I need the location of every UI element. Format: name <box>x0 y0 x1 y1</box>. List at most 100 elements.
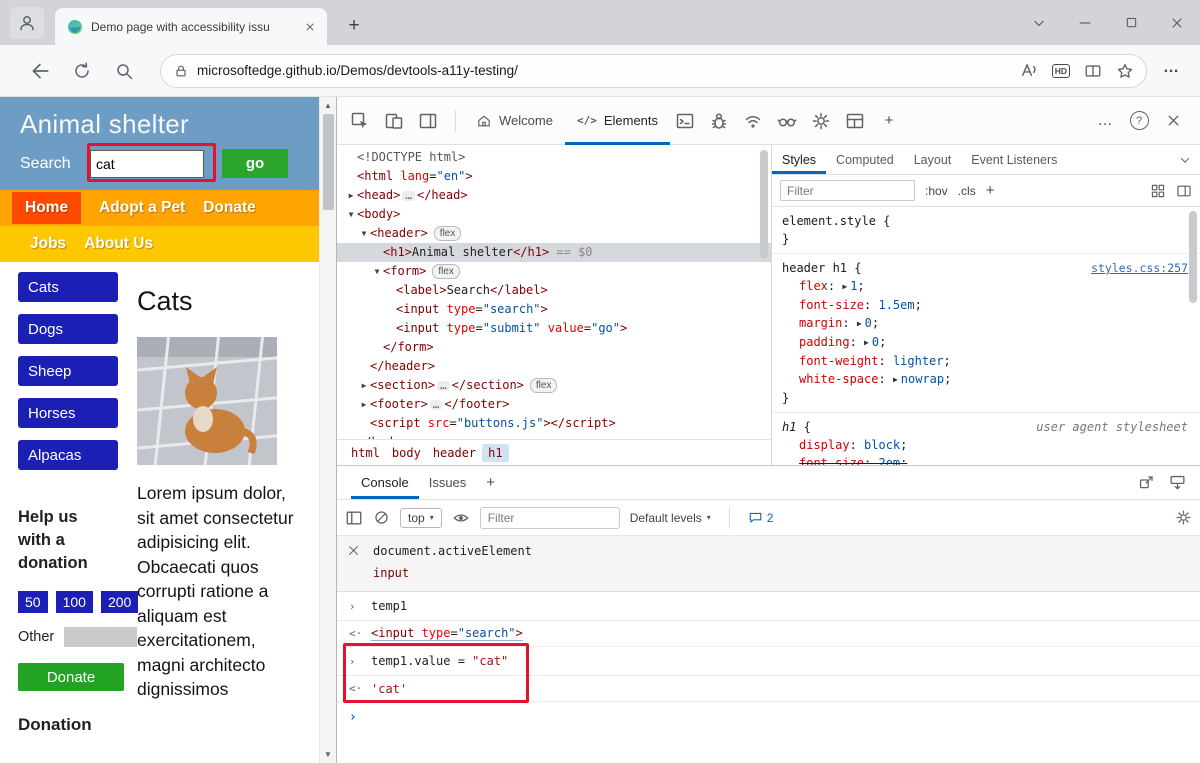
other-amount-input[interactable] <box>64 627 137 647</box>
gear-tool-icon[interactable] <box>806 106 836 136</box>
device-emulation-icon[interactable] <box>379 106 409 136</box>
console-sidebar-icon[interactable] <box>345 509 363 527</box>
nav-about-link[interactable]: About Us <box>84 235 153 253</box>
favorites-star-icon[interactable] <box>1116 62 1134 80</box>
tab-close-icon[interactable] <box>301 18 319 36</box>
maximize-button[interactable] <box>1108 0 1154 45</box>
tab-issues[interactable]: Issues <box>419 466 477 499</box>
split-screen-icon[interactable] <box>1084 62 1102 80</box>
live-expression-close-icon[interactable] <box>347 544 373 559</box>
site-search-input[interactable] <box>90 149 204 178</box>
pop-out-icon[interactable] <box>1138 474 1155 491</box>
devtools-help-icon[interactable]: ? <box>1124 106 1154 136</box>
css-declaration[interactable]: font-size: 2em; <box>782 454 1190 465</box>
accessibility-tool-icon[interactable] <box>772 106 802 136</box>
page-scrollbar[interactable]: ▲ ▼ <box>319 97 336 763</box>
css-declaration[interactable]: font-size: 1.5em; <box>782 296 1190 314</box>
dom-tree-row[interactable]: <input type="search"> <box>337 300 771 319</box>
nav-home-link[interactable]: Home <box>12 192 82 224</box>
console-settings-gear-icon[interactable] <box>1175 509 1192 526</box>
tab-console[interactable]: Console <box>351 466 419 499</box>
category-sheep-button[interactable]: Sheep <box>18 356 118 386</box>
tab-layout[interactable]: Layout <box>904 145 962 174</box>
add-tools-icon[interactable]: + <box>874 106 904 136</box>
amount-200-button[interactable]: 200 <box>100 591 139 613</box>
dom-tree-row[interactable]: <!DOCTYPE html> <box>337 148 771 167</box>
read-aloud-icon[interactable] <box>1019 61 1038 80</box>
new-style-rule-icon[interactable]: + <box>986 182 995 199</box>
debugger-tool-icon[interactable] <box>704 106 734 136</box>
devtools-more-icon[interactable]: … <box>1090 106 1120 136</box>
css-declaration[interactable]: margin: ▶ 0; <box>782 314 1190 333</box>
live-expression-code[interactable]: document.activeElement <box>373 544 1190 559</box>
breadcrumb-item[interactable]: body <box>386 444 427 462</box>
scroll-up-icon[interactable]: ▲ <box>320 101 336 110</box>
console-prompt-row[interactable]: › <box>337 702 1200 732</box>
network-tool-icon[interactable] <box>738 106 768 136</box>
category-cats-button[interactable]: Cats <box>18 272 118 302</box>
dom-tree-row[interactable]: <script src="buttons.js"></script> <box>337 414 771 433</box>
console-tool-icon[interactable] <box>670 106 700 136</box>
css-declaration[interactable]: white-space: ▶ nowrap; <box>782 370 1190 389</box>
back-button[interactable] <box>26 57 54 85</box>
tab-elements[interactable]: </> Elements <box>565 97 670 145</box>
browser-tab[interactable]: Demo page with accessibility issu <box>55 8 327 45</box>
amount-50-button[interactable]: 50 <box>18 591 48 613</box>
clear-console-icon[interactable] <box>373 509 390 526</box>
more-tabs-chevron-icon[interactable] <box>1178 153 1192 167</box>
context-selector[interactable]: top ▾ <box>400 507 442 528</box>
url-text[interactable]: microsoftedge.github.io/Demos/devtools-a… <box>197 63 1005 78</box>
profile-button[interactable] <box>10 7 44 39</box>
address-bar[interactable]: microsoftedge.github.io/Demos/devtools-a… <box>160 53 1147 88</box>
css-declaration[interactable]: font-weight: lighter; <box>782 352 1190 370</box>
dom-tree-row[interactable]: </header> <box>337 357 771 376</box>
dom-tree-row[interactable]: ▼ <body> <box>337 205 771 224</box>
breadcrumb-item[interactable]: html <box>345 444 386 462</box>
computed-sidebar-icon[interactable] <box>1176 183 1192 199</box>
category-dogs-button[interactable]: Dogs <box>18 314 118 344</box>
grid-overlays-icon[interactable] <box>1150 183 1166 199</box>
styles-filter-input[interactable] <box>780 180 915 201</box>
css-rule[interactable]: element.style {} <box>772 207 1200 254</box>
styles-scrollbar-thumb[interactable] <box>1189 211 1197 303</box>
add-drawer-tool-icon[interactable]: + <box>476 474 505 491</box>
dom-tree-row[interactable]: </form> <box>337 338 771 357</box>
dom-tree-row[interactable]: ▶ <footer>… </footer> <box>337 395 771 414</box>
scroll-down-icon[interactable]: ▼ <box>320 750 336 759</box>
dom-tree-row[interactable]: ▼ <form> flex <box>337 262 771 281</box>
devtools-close-icon[interactable] <box>1158 106 1188 136</box>
dom-tree-row[interactable]: </body> <box>337 433 771 439</box>
tab-welcome[interactable]: Welcome <box>464 97 565 145</box>
tab-event-listeners[interactable]: Event Listeners <box>961 145 1067 174</box>
nav-adopt-link[interactable]: Adopt a Pet <box>99 199 185 217</box>
layout-panels-icon[interactable] <box>840 106 870 136</box>
dock-drawer-icon[interactable] <box>1169 474 1186 491</box>
dom-tree-row[interactable]: <html lang="en"> <box>337 167 771 186</box>
element-classes-button[interactable]: .cls <box>958 184 976 198</box>
browser-menu-icon[interactable]: … <box>1163 59 1180 77</box>
close-window-button[interactable] <box>1154 0 1200 45</box>
css-rule[interactable]: h1 {user agent stylesheet display: block;… <box>772 413 1200 465</box>
css-rule[interactable]: header h1 {styles.css:257 flex: ▶ 1; font-s… <box>772 254 1200 413</box>
css-declaration[interactable]: flex: ▶ 1; <box>782 277 1190 296</box>
nav-jobs-link[interactable]: Jobs <box>30 235 66 253</box>
tab-styles[interactable]: Styles <box>772 145 826 174</box>
css-declaration[interactable]: display: block; <box>782 436 1190 454</box>
dock-side-icon[interactable] <box>413 106 443 136</box>
nav-donate-link[interactable]: Donate <box>203 199 256 217</box>
messages-count[interactable]: 2 <box>748 510 773 525</box>
console-filter-input[interactable] <box>479 506 620 529</box>
amount-100-button[interactable]: 100 <box>55 591 93 613</box>
stylesheet-link[interactable]: styles.css:257 <box>1091 259 1188 277</box>
dom-tree-row[interactable]: <label>Search</label> <box>337 281 771 300</box>
minimize-button[interactable] <box>1062 0 1108 45</box>
tab-search-chevron-icon[interactable] <box>1016 0 1062 45</box>
breadcrumb-item[interactable]: header <box>427 444 482 462</box>
refresh-button[interactable] <box>68 57 96 85</box>
category-alpacas-button[interactable]: Alpacas <box>18 440 118 470</box>
inspect-icon[interactable] <box>345 106 375 136</box>
dom-tree-row[interactable]: ▶ <head>… </head> <box>337 186 771 205</box>
toggle-element-state-button[interactable]: :hov <box>925 184 948 198</box>
dom-tree-row[interactable]: <input type="submit" value="go"> <box>337 319 771 338</box>
dom-scrollbar-thumb[interactable] <box>760 150 768 258</box>
